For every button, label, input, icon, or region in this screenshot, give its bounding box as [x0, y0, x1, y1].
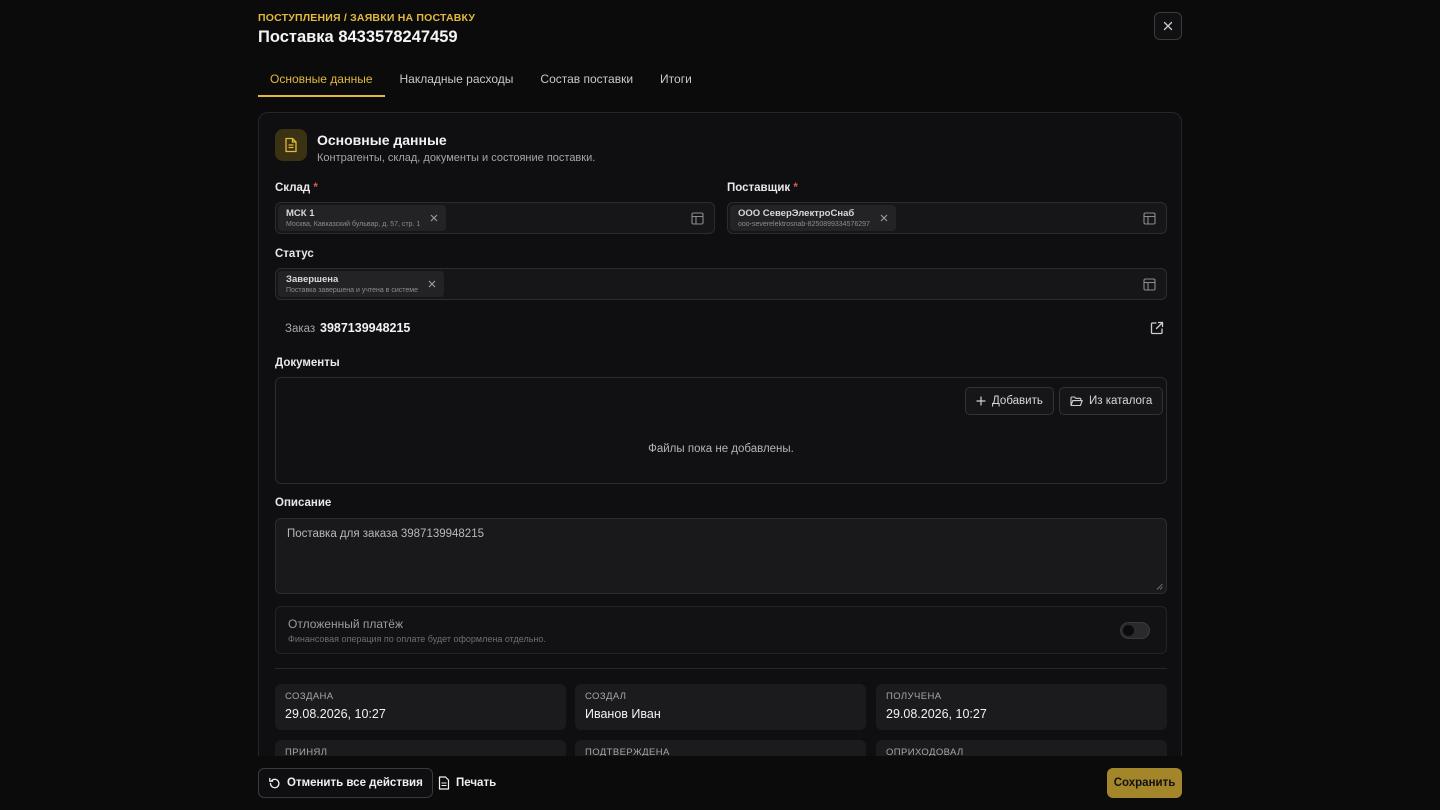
close-button[interactable]: [1154, 12, 1182, 40]
supplier-field[interactable]: ООО СеверЭлектроСнаб ooo-severelektrosna…: [727, 202, 1167, 234]
warehouse-field[interactable]: МСК 1 Москва, Кавказский бульвар, д. 57,…: [275, 202, 715, 234]
status-label: Статус: [275, 248, 314, 260]
deferred-payment-row: Отложенный платёж Финансовая операция по…: [275, 606, 1167, 654]
folder-open-icon: [1070, 395, 1083, 406]
supplier-label: Поставщик *: [727, 182, 798, 194]
tab-main-data[interactable]: Основные данные: [258, 64, 385, 97]
deferred-payment-toggle[interactable]: [1120, 622, 1150, 639]
stat-created-at: СОЗДАНА 29.08.2026, 10:27: [275, 684, 566, 730]
documents-box: Добавить Из каталога Файлы пока не добав…: [275, 377, 1167, 484]
warehouse-chip: МСК 1 Москва, Кавказский бульвар, д. 57,…: [278, 205, 447, 231]
print-document-icon: [438, 776, 450, 790]
order-label: Заказ: [285, 323, 316, 335]
order-number: 3987139948215: [320, 321, 411, 335]
tab-contents[interactable]: Состав поставки: [528, 64, 645, 97]
section-title: Основные данные: [317, 132, 447, 148]
stat-created-by: СОЗДАЛ Иванов Иван: [575, 684, 866, 730]
stat-received-at: ПОЛУЧЕНА 29.08.2026, 10:27: [876, 684, 1167, 730]
warehouse-label: Склад *: [275, 182, 318, 194]
divider: [275, 668, 1167, 669]
deferred-payment-subtitle: Финансовая операция по оплате будет офор…: [288, 634, 546, 644]
undo-icon: [269, 777, 280, 788]
table-picker-icon[interactable]: [1143, 212, 1156, 225]
document-icon: [275, 129, 307, 161]
tab-overhead[interactable]: Накладные расходы: [388, 64, 526, 97]
table-picker-icon[interactable]: [1143, 278, 1156, 291]
description-label: Описание: [275, 497, 332, 509]
remove-warehouse-icon[interactable]: [428, 212, 440, 224]
undo-all-button[interactable]: Отменить все действия: [258, 768, 433, 798]
remove-supplier-icon[interactable]: [878, 212, 890, 224]
status-field[interactable]: Завершена Поставка завершена и учтена в …: [275, 268, 1167, 300]
main-data-card: Основные данные Контрагенты, склад, доку…: [258, 112, 1182, 810]
tab-totals[interactable]: Итоги: [648, 64, 704, 97]
remove-status-icon[interactable]: [426, 278, 438, 290]
supply-modal: ПОСТУПЛЕНИЯ / ЗАЯВКИ НА ПОСТАВКУ Поставк…: [258, 0, 1182, 810]
plus-icon: [976, 396, 986, 406]
description-textarea[interactable]: Поставка для заказа 3987139948215: [275, 518, 1167, 594]
documents-label: Документы: [275, 357, 340, 369]
from-catalog-button[interactable]: Из каталога: [1059, 387, 1164, 415]
breadcrumb[interactable]: ПОСТУПЛЕНИЯ / ЗАЯВКИ НА ПОСТАВКУ: [258, 12, 475, 24]
external-link-icon[interactable]: [1149, 320, 1165, 336]
add-document-button[interactable]: Добавить: [965, 387, 1054, 415]
tab-bar: Основные данные Накладные расходы Состав…: [258, 64, 707, 97]
status-chip: Завершена Поставка завершена и учтена в …: [278, 271, 444, 297]
save-button[interactable]: Сохранить: [1107, 768, 1182, 798]
resize-handle-icon[interactable]: [1156, 583, 1163, 590]
documents-empty-text: Файлы пока не добавлены.: [648, 443, 794, 455]
deferred-payment-title: Отложенный платёж: [288, 617, 403, 631]
table-picker-icon[interactable]: [691, 212, 704, 225]
toggle-knob: [1123, 625, 1134, 636]
footer-bar: Отменить все действия Печать Сохранить: [0, 756, 1440, 810]
close-icon: [1163, 21, 1173, 31]
section-subtitle: Контрагенты, склад, документы и состояни…: [317, 152, 596, 164]
supplier-chip: ООО СеверЭлектроСнаб ooo-severelektrosna…: [730, 205, 896, 231]
print-button[interactable]: Печать: [430, 768, 504, 798]
page-title: Поставка 8433578247459: [258, 28, 458, 46]
